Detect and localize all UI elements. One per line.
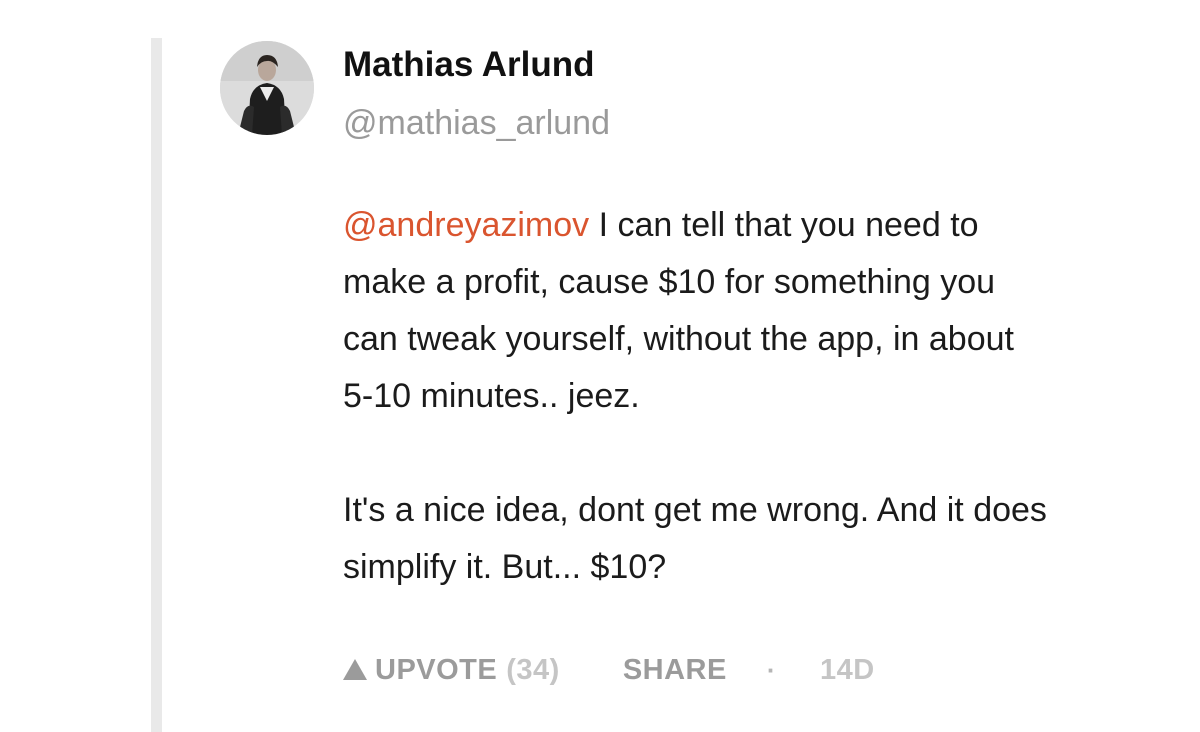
separator-dot: · — [766, 654, 777, 685]
comment: Mathias Arlund @mathias_arlund @andreyaz… — [0, 0, 1200, 732]
comment-text: It's a nice idea, dont get me wrong. And… — [343, 491, 1047, 529]
share-button[interactable]: SHARE — [623, 654, 727, 687]
comment-line-1: @andreyazimov I can tell that you need t… — [343, 197, 1183, 254]
thread-line — [151, 38, 162, 732]
comment-text: simplify it. But... $10? — [343, 548, 667, 586]
mention-link[interactable]: @andreyazimov — [343, 206, 589, 244]
comment-actions: UPVOTE (34) SHARE · 14D — [343, 648, 875, 692]
upvote-button[interactable]: UPVOTE (34) — [343, 654, 560, 687]
author-handle[interactable]: @mathias_arlund — [343, 101, 610, 145]
comment-text: can tweak yourself, without the app, in … — [343, 320, 1014, 358]
upvote-label: UPVOTE — [375, 653, 498, 686]
comment-text: I can tell that you need to — [589, 206, 979, 244]
author-name[interactable]: Mathias Arlund — [343, 42, 595, 88]
comment-text: 5-10 minutes.. jeez. — [343, 377, 640, 415]
comment-body: @andreyazimov I can tell that you need t… — [343, 197, 1183, 596]
avatar[interactable] — [220, 41, 314, 135]
comment-age[interactable]: 14D — [820, 654, 875, 687]
comment-text: make a profit, cause $10 for something y… — [343, 263, 996, 301]
upvote-count: (34) — [506, 653, 560, 686]
triangle-up-icon — [343, 658, 367, 680]
avatar-image — [220, 41, 314, 135]
